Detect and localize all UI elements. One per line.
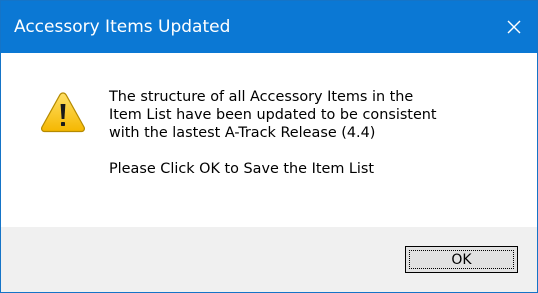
close-icon [507, 20, 521, 34]
warning-icon [41, 92, 85, 133]
message-line: Item List have been updated to be consis… [109, 107, 437, 123]
title-bar[interactable]: Accessory Items Updated [1, 1, 537, 53]
message-text: The structure of all Accessory Items in … [109, 88, 519, 178]
message-line: The structure of all Accessory Items in … [109, 89, 414, 105]
dialog-content: The structure of all Accessory Items in … [1, 53, 537, 227]
close-button[interactable] [491, 1, 537, 53]
ok-button-label: OK [451, 251, 472, 268]
instruction-text: Please Click OK to Save the Item List [109, 161, 375, 177]
window-title: Accessory Items Updated [14, 17, 231, 37]
message-line: with the lastest A-Track Release (4.4) [109, 125, 376, 141]
button-bar: OK [1, 227, 537, 292]
ok-button[interactable]: OK [405, 246, 518, 273]
dialog-window: Accessory Items Updated The structure of… [0, 0, 538, 293]
